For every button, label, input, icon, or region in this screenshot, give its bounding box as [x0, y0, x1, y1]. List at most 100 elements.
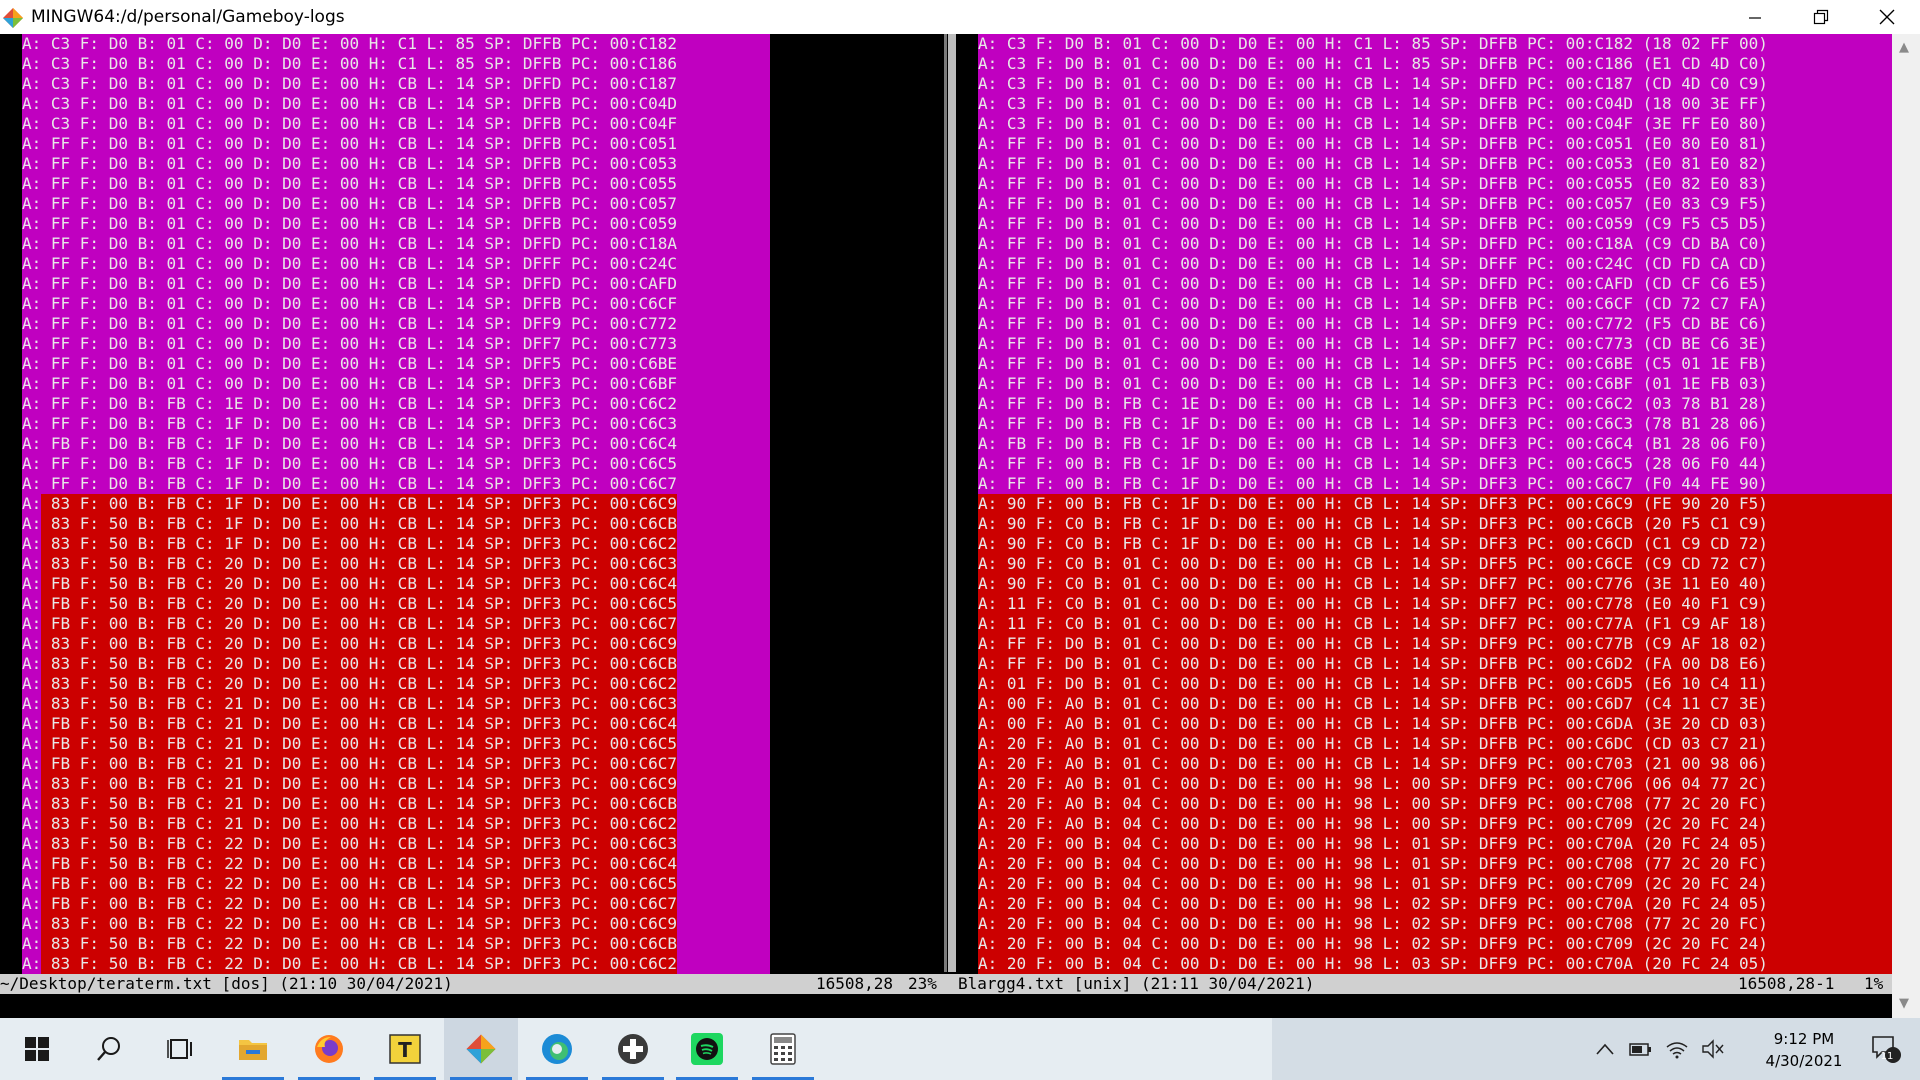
register-values: 83 F: 00 B: FB C: 22 D: D0 E: 00 H: CB L… [41, 914, 678, 934]
opcode-bytes: (20 F5 C1 C9) [1642, 514, 1768, 533]
register-values: 20 F: A0 B: 01 C: 00 D: D0 E: 00 H: CB L… [997, 754, 1634, 773]
task-view-button[interactable] [144, 1018, 218, 1080]
register-values: 90 F: C0 B: 01 C: 00 D: D0 E: 00 H: CB L… [997, 574, 1634, 593]
register-label: A: [978, 414, 998, 433]
register-label: A: [978, 494, 998, 513]
spotify-button[interactable] [670, 1018, 744, 1080]
register-values: FB F: D0 B: FB C: 1F D: D0 E: 00 H: CB L… [41, 434, 678, 453]
terminal-area[interactable]: A: C3 F: D0 B: 01 C: 00 D: D0 E: 00 H: C… [0, 34, 1892, 1018]
register-label: A: [22, 134, 42, 153]
scroll-down-icon[interactable]: ▼ [1899, 996, 1909, 1011]
close-icon [1879, 9, 1895, 25]
left-log-line: A: 83 F: 50 B: FB C: 20 D: D0 E: 00 H: C… [22, 654, 770, 674]
right-log-line: A: 20 F: 00 B: 04 C: 00 D: D0 E: 00 H: 9… [978, 894, 1892, 914]
register-values: C3 F: D0 B: 01 C: 00 D: D0 E: 00 H: CB L… [41, 74, 678, 93]
right-log-line: A: FF F: D0 B: 01 C: 00 D: D0 E: 00 H: C… [978, 334, 1892, 354]
right-log-line: A: FF F: D0 B: 01 C: 00 D: D0 E: 00 H: C… [978, 654, 1892, 674]
register-label: A: [978, 234, 998, 253]
register-values: 20 F: A0 B: 01 C: 00 D: D0 E: 00 H: 98 L… [997, 774, 1634, 793]
register-label: A: [978, 454, 998, 473]
register-values: 83 F: 50 B: FB C: 20 D: D0 E: 00 H: CB L… [41, 654, 678, 674]
register-values: FF F: D0 B: 01 C: 00 D: D0 E: 00 H: CB L… [997, 194, 1634, 213]
register-values: FB F: 50 B: FB C: 20 D: D0 E: 00 H: CB L… [41, 594, 678, 614]
close-button[interactable] [1854, 0, 1920, 34]
register-values: FF F: D0 B: 01 C: 00 D: D0 E: 00 H: CB L… [997, 334, 1634, 353]
register-values: 11 F: C0 B: 01 C: 00 D: D0 E: 00 H: CB L… [997, 594, 1634, 613]
pane-divider[interactable] [948, 34, 956, 972]
restore-button[interactable] [1788, 0, 1854, 34]
register-label: A: [22, 414, 42, 433]
clock[interactable]: 9:12 PM 4/30/2021 [1758, 1028, 1850, 1072]
register-values: C3 F: D0 B: 01 C: 00 D: D0 E: 00 H: CB L… [997, 114, 1634, 133]
left-diff-pane[interactable]: A: C3 F: D0 B: 01 C: 00 D: D0 E: 00 H: C… [22, 34, 770, 974]
wifi-icon [1666, 1042, 1688, 1059]
firefox-button[interactable] [292, 1018, 366, 1080]
right-log-line: A: 90 F: C0 B: 01 C: 00 D: D0 E: 00 H: C… [978, 574, 1892, 594]
command-line[interactable] [0, 996, 1892, 1018]
opcode-bytes: (E6 10 C4 11) [1642, 674, 1768, 693]
clock-time: 9:12 PM [1773, 1030, 1835, 1048]
network-button[interactable] [1662, 1018, 1692, 1080]
emulator-button[interactable] [596, 1018, 670, 1080]
register-label: A: [22, 494, 42, 513]
opcode-bytes: (2C 20 FC 24) [1642, 934, 1768, 953]
notification-center-button[interactable]: 11 [1856, 1018, 1916, 1080]
register-label: A: [22, 354, 42, 373]
register-values: FB F: 00 B: FB C: 21 D: D0 E: 00 H: CB L… [41, 754, 678, 774]
teraterm-icon: T [389, 1034, 421, 1064]
battery-button[interactable] [1626, 1018, 1656, 1080]
register-values: 00 F: A0 B: 01 C: 00 D: D0 E: 00 H: CB L… [997, 714, 1634, 733]
left-log-line: A: 83 F: 00 B: FB C: 21 D: D0 E: 00 H: C… [22, 774, 770, 794]
opcode-bytes: (FA 00 D8 E6) [1642, 654, 1768, 673]
register-label: A: [978, 714, 998, 733]
register-values: 83 F: 00 B: FB C: 1F D: D0 E: 00 H: CB L… [41, 494, 678, 514]
right-diff-pane[interactable]: A: C3 F: D0 B: 01 C: 00 D: D0 E: 00 H: C… [978, 34, 1892, 974]
register-values: FF F: D0 B: FB C: 1F D: D0 E: 00 H: CB L… [41, 414, 678, 433]
register-values: C3 F: D0 B: 01 C: 00 D: D0 E: 00 H: C1 L… [41, 54, 678, 73]
left-log-line: A: 83 F: 50 B: FB C: 21 D: D0 E: 00 H: C… [22, 814, 770, 834]
git-bash-button[interactable] [444, 1018, 518, 1080]
teraterm-button[interactable]: T [368, 1018, 442, 1080]
window-title: MINGW64:/d/personal/Gameboy-logs [31, 7, 345, 27]
right-log-line: A: FF F: D0 B: 01 C: 00 D: D0 E: 00 H: C… [978, 194, 1892, 214]
register-values: 83 F: 50 B: FB C: 21 D: D0 E: 00 H: CB L… [41, 694, 678, 714]
edge-button[interactable] [520, 1018, 594, 1080]
register-values: 90 F: C0 B: FB C: 1F D: D0 E: 00 H: CB L… [997, 514, 1634, 533]
scroll-up-icon[interactable]: ▲ [1899, 40, 1909, 55]
register-values: FF F: D0 B: 01 C: 00 D: D0 E: 00 H: CB L… [41, 274, 678, 293]
minimize-button[interactable] [1722, 0, 1788, 34]
opcode-bytes: (CD BE C6 3E) [1642, 334, 1768, 353]
opcode-bytes: (77 2C 20 FC) [1642, 794, 1768, 813]
left-log-line: A: FF F: D0 B: 01 C: 00 D: D0 E: 00 H: C… [22, 234, 770, 254]
show-hidden-icons-button[interactable] [1590, 1018, 1620, 1080]
register-label: A: [978, 754, 998, 773]
right-log-line: A: FF F: D0 B: 01 C: 00 D: D0 E: 00 H: C… [978, 254, 1892, 274]
right-log-line: A: 20 F: 00 B: 04 C: 00 D: D0 E: 00 H: 9… [978, 874, 1892, 894]
register-values: 83 F: 50 B: FB C: 22 D: D0 E: 00 H: CB L… [41, 954, 678, 974]
calculator-button[interactable] [746, 1018, 820, 1080]
right-log-line: A: FF F: D0 B: FB C: 1F D: D0 E: 00 H: C… [978, 414, 1892, 434]
right-log-line: A: FF F: D0 B: 01 C: 00 D: D0 E: 00 H: C… [978, 314, 1892, 334]
register-values: FF F: D0 B: 01 C: 00 D: D0 E: 00 H: CB L… [997, 214, 1634, 233]
register-label: A: [978, 874, 998, 893]
start-button[interactable] [0, 1018, 74, 1080]
register-values: FF F: D0 B: 01 C: 00 D: D0 E: 00 H: CB L… [997, 134, 1634, 153]
volume-button[interactable] [1698, 1018, 1728, 1080]
search-button[interactable] [72, 1018, 146, 1080]
file-explorer-button[interactable] [216, 1018, 290, 1080]
register-values: FF F: D0 B: 01 C: 00 D: D0 E: 00 H: CB L… [41, 354, 678, 373]
register-values: 20 F: A0 B: 01 C: 00 D: D0 E: 00 H: CB L… [997, 734, 1634, 753]
register-label: A: [978, 394, 998, 413]
right-log-line: A: 20 F: 00 B: 04 C: 00 D: D0 E: 00 H: 9… [978, 954, 1892, 974]
spotify-icon [691, 1033, 723, 1065]
opcode-bytes: (3E FF E0 80) [1642, 114, 1768, 133]
register-label: A: [978, 94, 998, 113]
register-values: FF F: D0 B: 01 C: 00 D: D0 E: 00 H: CB L… [41, 134, 678, 153]
right-log-line: A: FF F: D0 B: 01 C: 00 D: D0 E: 00 H: C… [978, 274, 1892, 294]
left-log-line: A: FF F: D0 B: 01 C: 00 D: D0 E: 00 H: C… [22, 314, 770, 334]
right-log-line: A: C3 F: D0 B: 01 C: 00 D: D0 E: 00 H: C… [978, 114, 1892, 134]
left-log-line: A: FB F: 50 B: FB C: 20 D: D0 E: 00 H: C… [22, 594, 770, 614]
right-log-line: A: 90 F: 00 B: FB C: 1F D: D0 E: 00 H: C… [978, 494, 1892, 514]
right-log-line: A: FB F: D0 B: FB C: 1F D: D0 E: 00 H: C… [978, 434, 1892, 454]
vertical-scrollbar[interactable]: ▲ ▼ [1892, 34, 1920, 1018]
